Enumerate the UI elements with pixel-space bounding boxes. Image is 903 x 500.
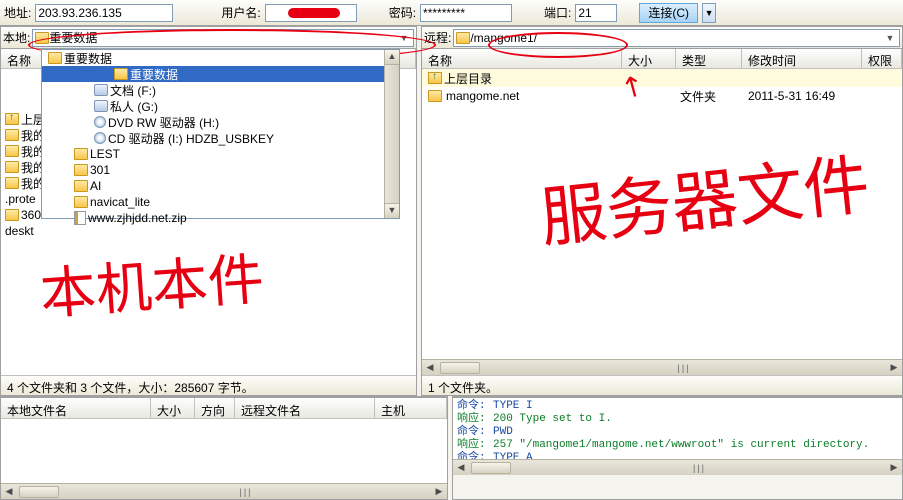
tree-item[interactable]: CD 驱动器 (I:) HDZB_USBKEY [42, 130, 399, 146]
scroll-thumb[interactable] [19, 486, 59, 498]
folder-icon [48, 52, 62, 64]
local-path-text: 重要数据 [49, 29, 397, 46]
scroll-right-icon[interactable]: ▶ [886, 462, 902, 473]
username-label: 用户名: [221, 4, 260, 21]
dvd-icon [94, 116, 106, 128]
transfer-queue: 本地文件名 大小 方向 远程文件名 主机 ◀ ||| ▶ [0, 396, 448, 500]
folder-icon [74, 148, 88, 160]
queue-body[interactable] [1, 419, 447, 483]
scroll-left-icon[interactable]: ◀ [1, 486, 17, 497]
folder-icon [114, 68, 128, 80]
folder-icon [74, 180, 88, 192]
folder-icon [5, 177, 19, 189]
password-input[interactable] [420, 4, 512, 22]
tree-item[interactable]: www.zjhjdd.net.zip [42, 210, 399, 226]
folder-icon [456, 32, 470, 44]
remote-pathbar: 远程: /mangome1/ ▼ [422, 27, 902, 49]
local-status: 4 个文件夹和 3 个文件，大小：285607 字节。 [1, 375, 416, 395]
tree-item[interactable]: 私人 (G:) [42, 98, 399, 114]
queue-hscroll[interactable]: ◀ ||| ▶ [1, 483, 447, 499]
tree-root[interactable]: 重要数据 [42, 50, 399, 66]
folder-icon [74, 196, 88, 208]
remote-list-header: 名称 大小 类型 修改时间 权限 [422, 49, 902, 69]
connect-button[interactable]: 连接(C) [639, 3, 698, 23]
remote-col-type[interactable]: 类型 [676, 49, 742, 68]
local-path-label: 本地: [3, 29, 32, 46]
remote-col-name[interactable]: 名称 [422, 49, 622, 68]
scroll-down-icon[interactable]: ▼ [385, 203, 399, 218]
remote-pane: 远程: /mangome1/ ▼ 名称 大小 类型 修改时间 权限 上层目录 m… [421, 26, 903, 396]
queue-col-size[interactable]: 大小 [151, 398, 195, 418]
bottom-row: 本地文件名 大小 方向 远程文件名 主机 ◀ ||| ▶ 命令:TYPE I 响… [0, 396, 903, 500]
remote-filelist[interactable]: 上层目录 mangome.net 文件夹 2011-5-31 16:49 [422, 69, 902, 359]
up-folder-icon [5, 113, 19, 125]
remote-path-combo[interactable]: /mangome1/ ▼ [453, 29, 900, 47]
scroll-right-icon[interactable]: ▶ [431, 486, 447, 497]
username-input[interactable] [265, 4, 357, 22]
queue-col-host[interactable]: 主机 [375, 398, 447, 418]
folder-icon [5, 129, 19, 141]
log-pane: 命令:TYPE I 响应:200 Type set to I. 命令:PWD 响… [452, 396, 903, 500]
folder-icon [428, 90, 442, 102]
dropdown-scrollbar[interactable]: ▲ ▼ [384, 50, 399, 218]
tree-item[interactable]: 重要数据 [42, 66, 399, 82]
table-row[interactable]: mangome.net 文件夹 2011-5-31 16:49 [422, 87, 902, 105]
main-split: 本地: 重要数据 ▼ 名称 上层目 我的视 我的图 我的文 我的音 .prote… [0, 26, 903, 396]
up-dir-row[interactable]: 上层目录 [422, 69, 902, 87]
folder-icon [74, 164, 88, 176]
scroll-thumb[interactable] [440, 362, 480, 374]
address-input[interactable] [35, 4, 173, 22]
queue-col-dir[interactable]: 方向 [195, 398, 235, 418]
log-hscroll[interactable]: ◀ ||| ▶ [453, 459, 902, 475]
drive-icon [94, 100, 108, 112]
folder-icon [5, 209, 19, 221]
password-label: 密码: [389, 4, 416, 21]
tree-item[interactable]: DVD RW 驱动器 (H:) [42, 114, 399, 130]
chevron-down-icon[interactable]: ▼ [397, 33, 411, 43]
address-label: 地址: [4, 4, 31, 21]
folder-icon [5, 161, 19, 173]
port-label: 端口: [544, 4, 571, 21]
queue-header: 本地文件名 大小 方向 远程文件名 主机 [1, 397, 447, 419]
remote-path-label: 远程: [424, 29, 453, 46]
scroll-up-icon[interactable]: ▲ [385, 50, 399, 65]
ftp-log[interactable]: 命令:TYPE I 响应:200 Type set to I. 命令:PWD 响… [453, 397, 902, 459]
connect-dropdown[interactable]: ▼ [702, 3, 716, 23]
folder-icon [35, 32, 49, 44]
queue-col-remotename[interactable]: 远程文件名 [235, 398, 375, 418]
scroll-left-icon[interactable]: ◀ [453, 462, 469, 473]
tree-item[interactable]: LEST [42, 146, 399, 162]
port-input[interactable] [575, 4, 617, 22]
zip-icon [74, 211, 86, 225]
local-pathbar: 本地: 重要数据 ▼ [1, 27, 416, 49]
drive-icon [94, 84, 108, 96]
tree-item[interactable]: AI [42, 178, 399, 194]
local-path-combo[interactable]: 重要数据 ▼ [32, 29, 414, 47]
scroll-right-icon[interactable]: ▶ [886, 362, 902, 373]
remote-col-size[interactable]: 大小 [622, 49, 676, 68]
remote-col-mtime[interactable]: 修改时间 [742, 49, 862, 68]
folder-icon [5, 145, 19, 157]
remote-col-perm[interactable]: 权限 [862, 49, 902, 68]
chevron-down-icon[interactable]: ▼ [883, 33, 897, 43]
local-path-dropdown[interactable]: 重要数据 重要数据 文档 (F:) 私人 (G:) DVD RW 驱动器 (H:… [41, 49, 400, 219]
scroll-thumb[interactable] [471, 462, 511, 474]
scroll-left-icon[interactable]: ◀ [422, 362, 438, 373]
connection-toolbar: 地址: 用户名: 密码: 端口: 连接(C) ▼ [0, 0, 903, 26]
queue-col-localname[interactable]: 本地文件名 [1, 398, 151, 418]
tree-item[interactable]: 301 [42, 162, 399, 178]
cd-icon [94, 132, 106, 144]
tree-item[interactable]: navicat_lite [42, 194, 399, 210]
remote-hscroll[interactable]: ◀ ||| ▶ [422, 359, 902, 375]
remote-status: 1 个文件夹。 [422, 375, 902, 395]
up-folder-icon [428, 72, 442, 84]
local-pane: 本地: 重要数据 ▼ 名称 上层目 我的视 我的图 我的文 我的音 .prote… [0, 26, 417, 396]
tree-item[interactable]: 文档 (F:) [42, 82, 399, 98]
remote-path-text: /mangome1/ [470, 31, 883, 45]
